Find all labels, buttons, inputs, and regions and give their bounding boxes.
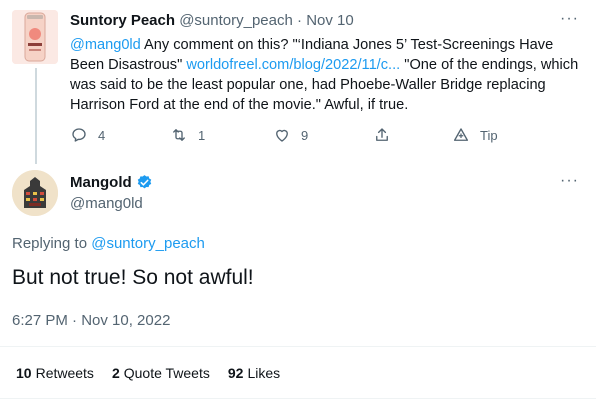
more-dots-icon[interactable]: ··· xyxy=(560,10,579,28)
quotes-label: Quote Tweets xyxy=(123,365,210,381)
verified-badge-icon xyxy=(137,175,151,189)
author-avatar-can[interactable] xyxy=(12,10,58,64)
retweet-icon xyxy=(173,129,185,141)
likes-count: 92 xyxy=(227,365,244,381)
retweets-label: Retweets xyxy=(35,365,94,381)
main-tweet-text: But not true! So not awful! xyxy=(12,266,254,289)
tweet-date[interactable]: Nov 10 xyxy=(306,12,354,29)
tip-button[interactable]: Tip xyxy=(452,126,498,144)
retweets-count: 10 xyxy=(16,365,32,381)
parent-tweet[interactable]: Suntory Peach @suntory_peach · Nov 10 ··… xyxy=(0,0,596,164)
share-icon xyxy=(376,128,388,141)
thread-connector-line xyxy=(35,68,37,164)
heart-icon xyxy=(276,129,288,142)
tip-icon xyxy=(453,128,469,141)
mention-link[interactable]: @mang0ld xyxy=(70,37,141,53)
likes-label: Likes xyxy=(247,365,281,381)
author-handle[interactable]: @suntory_peach xyxy=(179,12,293,29)
likes-stat[interactable]: 92 Likes xyxy=(228,365,280,381)
parent-tweet-text: @mang0ld Any comment on this? "‘Indiana … xyxy=(70,35,590,115)
author-name-text[interactable]: Mangold xyxy=(70,174,132,191)
main-author-name[interactable]: Mangold xyxy=(70,174,153,191)
quote-tweets-stat[interactable]: 2 Quote Tweets xyxy=(112,365,210,381)
quotes-count: 2 xyxy=(111,365,120,381)
retweets-stat[interactable]: 10 Retweets xyxy=(16,365,94,381)
replying-to: Replying to @suntory_peach xyxy=(12,235,205,252)
author-name[interactable]: Suntory Peach xyxy=(70,12,175,29)
tip-label: Tip xyxy=(480,127,498,143)
divider xyxy=(0,398,596,399)
share-button[interactable] xyxy=(373,126,401,144)
header-separator: · xyxy=(297,12,303,29)
retweet-count: 1 xyxy=(198,127,206,143)
tweet-timestamp[interactable]: 6:27 PM · Nov 10, 2022 xyxy=(12,312,170,329)
parent-tweet-header: Suntory Peach @suntory_peach · Nov 10 xyxy=(70,12,354,29)
author-avatar[interactable] xyxy=(12,170,58,216)
main-author-handle[interactable]: @mang0ld xyxy=(70,195,143,212)
like-button[interactable]: 9 xyxy=(273,126,308,144)
more-dots-icon[interactable]: ··· xyxy=(560,172,579,190)
reply-count: 4 xyxy=(98,127,106,143)
divider xyxy=(0,346,596,347)
replying-to-link[interactable]: @suntory_peach xyxy=(91,235,205,252)
replying-label: Replying to xyxy=(12,235,88,252)
tweet-actions: 4 1 9 Tip xyxy=(70,126,570,146)
like-count: 9 xyxy=(301,127,309,143)
reply-button[interactable]: 4 xyxy=(70,126,105,144)
reply-icon xyxy=(72,128,86,142)
retweet-button[interactable]: 1 xyxy=(170,126,205,144)
article-link[interactable]: worldofreel.com/blog/2022/11/c... xyxy=(186,57,400,73)
tweet-stats: 10 Retweets 2 Quote Tweets 92 Likes xyxy=(16,365,298,381)
